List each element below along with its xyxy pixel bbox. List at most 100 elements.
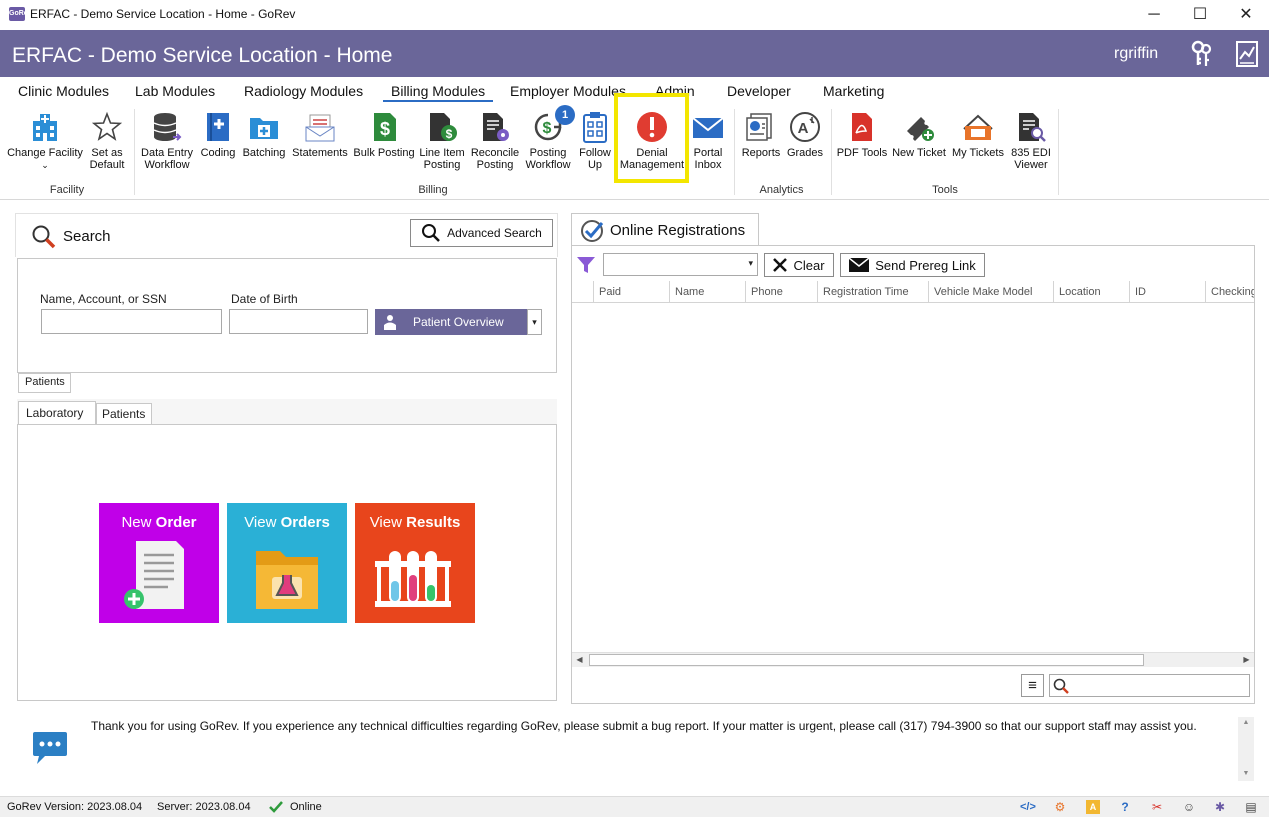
- tab-clinic-modules[interactable]: Clinic Modules: [18, 83, 109, 99]
- portal-label-1: Portal: [693, 147, 723, 159]
- gears-icon[interactable]: ⚙: [1053, 800, 1067, 814]
- patient-overview-label: Patient Overview: [413, 315, 504, 329]
- reports-button[interactable]: Reports: [739, 111, 783, 159]
- column-header-vehicle[interactable]: Vehicle Make Model: [929, 281, 1054, 302]
- scrollbar-thumb[interactable]: [589, 654, 1144, 666]
- change-facility-label: Change Facility: [7, 147, 83, 159]
- tab-billing-modules[interactable]: Billing Modules: [383, 83, 494, 102]
- edi-label-2: Viewer: [1014, 159, 1048, 171]
- message-scrollbar[interactable]: ▲ ▼: [1238, 717, 1254, 781]
- chart-icon[interactable]: [1236, 41, 1258, 67]
- chevron-down-icon: ▾: [748, 258, 753, 268]
- help-icon[interactable]: ?: [1118, 800, 1132, 814]
- line-item-posting-button[interactable]: $ Line Item Posting: [417, 111, 467, 171]
- tools-icon[interactable]: ✂: [1150, 800, 1164, 814]
- clear-button[interactable]: Clear: [764, 253, 834, 277]
- column-header-select: [572, 281, 594, 302]
- star-icon: [91, 111, 123, 141]
- coding-button[interactable]: Coding: [198, 111, 238, 159]
- bug-icon[interactable]: ✱: [1213, 800, 1227, 814]
- support-agent-icon[interactable]: ☺: [1182, 800, 1196, 814]
- column-header-id[interactable]: ID: [1130, 281, 1206, 302]
- advanced-search-label: Advanced Search: [447, 226, 542, 240]
- tab-marketing[interactable]: Marketing: [823, 83, 884, 99]
- send-prereg-link-button[interactable]: Send Prereg Link: [840, 253, 985, 277]
- reconcile-label-1: Reconcile: [470, 147, 520, 159]
- set-as-default-button[interactable]: Set as Default: [86, 111, 128, 171]
- portal-inbox-button[interactable]: Portal Inbox: [689, 111, 727, 171]
- minimize-button[interactable]: ─: [1131, 0, 1177, 30]
- menu-icon[interactable]: ≡: [1021, 674, 1044, 697]
- clipboard-status-icon[interactable]: ▤: [1244, 800, 1258, 814]
- check-circle-icon: [581, 220, 604, 242]
- batching-button[interactable]: Batching: [241, 111, 287, 159]
- my-tickets-button[interactable]: My Tickets: [950, 111, 1006, 159]
- edi-viewer-button[interactable]: 835 EDI Viewer: [1008, 111, 1054, 171]
- view-results-tile[interactable]: View Results: [355, 503, 475, 623]
- column-header-name[interactable]: Name: [670, 281, 746, 302]
- advanced-search-button[interactable]: Advanced Search: [410, 219, 553, 247]
- maximize-button[interactable]: ☐: [1177, 0, 1223, 30]
- column-header-location[interactable]: Location: [1054, 281, 1130, 302]
- test-tubes-icon: [375, 551, 451, 607]
- column-header-checking[interactable]: Checking: [1206, 281, 1254, 302]
- tab-lab-modules[interactable]: Lab Modules: [135, 83, 215, 99]
- close-button[interactable]: ✕: [1223, 0, 1269, 30]
- filter-icon[interactable]: [576, 255, 596, 275]
- view-orders-title: View Orders: [244, 514, 330, 531]
- filter-select[interactable]: ▾: [603, 253, 758, 276]
- change-facility-button[interactable]: Change Facility ⌄: [6, 111, 84, 171]
- chevron-down-icon: ⌄: [41, 160, 49, 170]
- column-header-registration-time[interactable]: Registration Time: [818, 281, 929, 302]
- scroll-right-arrow[interactable]: ▶: [1239, 653, 1254, 667]
- keys-icon[interactable]: [1190, 40, 1214, 68]
- group-label-analytics: Analytics: [759, 184, 804, 196]
- code-icon[interactable]: </>: [1020, 800, 1036, 814]
- pdf-tools-button[interactable]: PDF Tools: [836, 111, 888, 159]
- new-order-tile[interactable]: New Order: [99, 503, 219, 623]
- new-ticket-button[interactable]: New Ticket: [891, 111, 947, 159]
- check-icon: [269, 801, 283, 813]
- group-divider: [1058, 109, 1059, 195]
- follow-up-button[interactable]: Follow Up: [576, 111, 614, 171]
- reports-icon: [746, 113, 772, 141]
- date-of-birth-input[interactable]: [229, 309, 368, 334]
- username[interactable]: rgriffin: [1114, 45, 1158, 63]
- name-account-ssn-input[interactable]: [41, 309, 222, 334]
- tab-developer[interactable]: Developer: [727, 83, 791, 99]
- tab-employer-modules[interactable]: Employer Modules: [510, 83, 626, 99]
- data-entry-workflow-button[interactable]: Data Entry Workflow: [139, 111, 195, 171]
- online-registrations-tab[interactable]: Online Registrations: [571, 213, 759, 246]
- tab-radiology-modules[interactable]: Radiology Modules: [244, 83, 363, 99]
- font-icon[interactable]: A: [1086, 800, 1100, 814]
- grades-button[interactable]: A Grades: [786, 111, 824, 159]
- tab-laboratory[interactable]: Laboratory: [18, 401, 96, 425]
- folder-flask-icon: [256, 551, 318, 609]
- medical-book-icon: [207, 113, 229, 141]
- svg-text:$: $: [380, 119, 390, 139]
- bulk-posting-button[interactable]: $ Bulk Posting: [353, 111, 415, 159]
- statements-button[interactable]: Statements: [290, 111, 350, 159]
- search-title: Search: [63, 228, 111, 245]
- chat-bubble-icon: [33, 732, 67, 764]
- app-icon: GoRev: [9, 7, 32, 21]
- column-header-phone[interactable]: Phone: [746, 281, 818, 302]
- svg-text:A: A: [798, 120, 809, 137]
- bulk-posting-label: Bulk Posting: [353, 147, 415, 159]
- group-divider: [134, 109, 135, 195]
- grid-search-input[interactable]: [1049, 674, 1250, 697]
- patient-overview-button[interactable]: Patient Overview: [375, 309, 527, 335]
- view-orders-tile[interactable]: View Orders: [227, 503, 347, 623]
- patient-overview-dropdown[interactable]: ▾: [527, 309, 542, 335]
- tab-patients-search[interactable]: Patients: [18, 373, 71, 393]
- scroll-down-arrow[interactable]: ▼: [1238, 770, 1254, 777]
- horizontal-scrollbar[interactable]: ◀ ▶: [572, 652, 1254, 667]
- scroll-up-arrow[interactable]: ▲: [1238, 719, 1254, 726]
- reconcile-posting-button[interactable]: Reconcile Posting: [470, 111, 520, 171]
- column-header-paid[interactable]: Paid: [594, 281, 670, 302]
- scroll-left-arrow[interactable]: ◀: [572, 653, 587, 667]
- tab-patients-lab[interactable]: Patients: [96, 403, 152, 425]
- page-title: ERFAC - Demo Service Location - Home: [12, 44, 393, 67]
- clipboard-icon: [583, 112, 607, 143]
- ticket-plus-icon: [907, 117, 934, 141]
